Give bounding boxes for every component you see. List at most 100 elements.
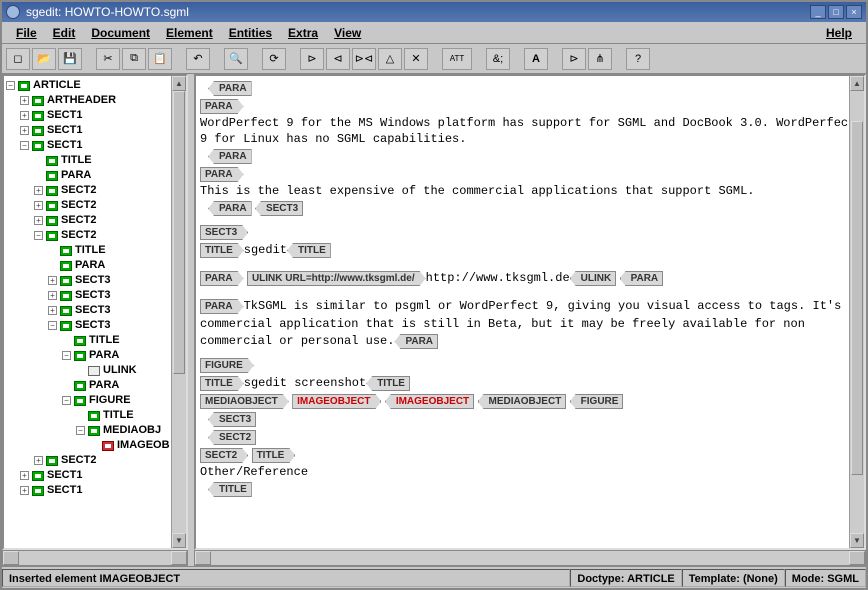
expander-icon[interactable]: +	[34, 456, 43, 465]
title-bar[interactable]: sgedit: HOWTO-HOWTO.sgml _ □ ×	[2, 2, 866, 22]
tree-node[interactable]: TITLE	[6, 153, 186, 168]
open-button[interactable]: 📂	[32, 48, 56, 70]
tag-sect3-open[interactable]: SECT3	[200, 225, 248, 240]
expander-icon[interactable]: −	[62, 351, 71, 360]
tree-node[interactable]: +SECT2	[6, 453, 186, 468]
tree-node[interactable]: PARA	[6, 258, 186, 273]
tree-hscroll[interactable]	[2, 550, 188, 566]
close-icon[interactable]: ×	[846, 5, 862, 19]
tree-node[interactable]: +SECT2	[6, 183, 186, 198]
expander-icon[interactable]: +	[20, 96, 29, 105]
tree-node[interactable]: IMAGEOB	[6, 438, 186, 453]
tag-sect2-open[interactable]: SECT2	[200, 448, 248, 463]
body-text[interactable]: TkSGML is similar to psgml or WordPerfec…	[200, 299, 856, 348]
body-text[interactable]: This is the least expensive of the comme…	[200, 183, 860, 199]
tree-node[interactable]: +SECT3	[6, 273, 186, 288]
expander-icon[interactable]: −	[62, 396, 71, 405]
expander-icon[interactable]: +	[48, 276, 57, 285]
expander-icon[interactable]: +	[48, 306, 57, 315]
tag-sect3-close[interactable]: SECT3	[208, 412, 256, 427]
tree-node[interactable]: +SECT3	[6, 288, 186, 303]
tree-node[interactable]: −MEDIAOBJ	[6, 423, 186, 438]
tag-sect3-close[interactable]: SECT3	[255, 201, 303, 216]
save-button[interactable]: 💾	[58, 48, 82, 70]
tag-end-button[interactable]: ⊲	[326, 48, 350, 70]
expander-icon[interactable]: −	[20, 141, 29, 150]
menu-view[interactable]: View	[326, 24, 369, 42]
tag-figure-open[interactable]: FIGURE	[200, 358, 254, 373]
url-text[interactable]: http://www.tksgml.de	[426, 271, 570, 285]
tree-node[interactable]: −ARTICLE	[6, 78, 186, 93]
tree-node[interactable]: +SECT3	[6, 303, 186, 318]
tag-para-close[interactable]: PARA	[208, 81, 252, 96]
tree-toggle-1-button[interactable]: ⊳	[562, 48, 586, 70]
tree-node[interactable]: +ARTHEADER	[6, 93, 186, 108]
expander-icon[interactable]: −	[48, 321, 57, 330]
entity-button[interactable]: &;	[486, 48, 510, 70]
editor-pane[interactable]: PARA PARA WordPerfect 9 for the MS Windo…	[194, 74, 866, 550]
menu-element[interactable]: Element	[158, 24, 221, 42]
tag-title-open[interactable]: TITLE	[200, 243, 244, 258]
tag-para-close[interactable]: PARA	[620, 271, 664, 286]
expander-icon[interactable]: +	[20, 111, 29, 120]
new-button[interactable]: ◻	[6, 48, 30, 70]
refresh-button[interactable]: ⟳	[262, 48, 286, 70]
expander-icon[interactable]: +	[48, 291, 57, 300]
menu-entities[interactable]: Entities	[221, 24, 280, 42]
tree-node[interactable]: −PARA	[6, 348, 186, 363]
tree-node[interactable]: −SECT1	[6, 138, 186, 153]
tag-imageobject-close[interactable]: IMAGEOBJECT	[385, 394, 474, 409]
expander-icon[interactable]: +	[20, 126, 29, 135]
tag-title-open[interactable]: TITLE	[200, 376, 244, 391]
tag-start-button[interactable]: ⊳	[300, 48, 324, 70]
tag-para-open[interactable]: PARA	[200, 299, 244, 314]
tag-ulink-close[interactable]: ULINK	[570, 271, 617, 286]
tag-title-open[interactable]: TITLE	[252, 448, 296, 463]
tree-node[interactable]: −SECT3	[6, 318, 186, 333]
tag-figure-close[interactable]: FIGURE	[570, 394, 624, 409]
tree-node[interactable]: TITLE	[6, 243, 186, 258]
menu-edit[interactable]: Edit	[45, 24, 84, 42]
tag-imageobject-open[interactable]: IMAGEOBJECT	[292, 394, 381, 409]
tree-node[interactable]: TITLE	[6, 408, 186, 423]
text-button[interactable]: A	[524, 48, 548, 70]
tag-del-button[interactable]: ✕	[404, 48, 428, 70]
expander-icon[interactable]: +	[20, 471, 29, 480]
expander-icon[interactable]: +	[34, 201, 43, 210]
title-text[interactable]: sgedit screenshot	[244, 376, 366, 390]
tag-para-open[interactable]: PARA	[200, 167, 244, 182]
tag-sect2-close[interactable]: SECT2	[208, 430, 256, 445]
expander-icon[interactable]: −	[76, 426, 85, 435]
help-button[interactable]: ?	[626, 48, 650, 70]
tree-node[interactable]: −SECT2	[6, 228, 186, 243]
editor-hscroll[interactable]	[194, 550, 866, 566]
tree-node[interactable]: PARA	[6, 378, 186, 393]
menu-document[interactable]: Document	[83, 24, 158, 42]
tag-ulink-open[interactable]: ULINK URL=http://www.tksgml.de/	[247, 271, 426, 286]
tree-node[interactable]: ULINK	[6, 363, 186, 378]
tree-node[interactable]: +SECT1	[6, 123, 186, 138]
body-text[interactable]: Other/Reference	[200, 464, 860, 480]
tag-para-close[interactable]: PARA	[208, 149, 252, 164]
tag-up-button[interactable]: △	[378, 48, 402, 70]
editor-vscroll[interactable]: ▲▼	[849, 76, 864, 548]
tree-node[interactable]: PARA	[6, 168, 186, 183]
expander-icon[interactable]: +	[20, 486, 29, 495]
tree-node[interactable]: −FIGURE	[6, 393, 186, 408]
copy-button[interactable]: ⧉	[122, 48, 146, 70]
expander-icon[interactable]: +	[34, 186, 43, 195]
tag-para-open[interactable]: PARA	[200, 271, 244, 286]
document-tree[interactable]: −ARTICLE+ARTHEADER+SECT1+SECT1−SECT1TITL…	[4, 76, 186, 500]
maximize-icon[interactable]: □	[828, 5, 844, 19]
tag-para-close[interactable]: PARA	[394, 334, 438, 349]
attributes-button[interactable]: ATT	[442, 48, 472, 70]
tree-node[interactable]: TITLE	[6, 333, 186, 348]
tag-mediaobject-close[interactable]: MEDIAOBJECT	[478, 394, 567, 409]
tag-para-close[interactable]: PARA	[208, 201, 252, 216]
undo-button[interactable]: ↶	[186, 48, 210, 70]
tag-title-close[interactable]: TITLE	[287, 243, 331, 258]
find-button[interactable]: 🔍	[224, 48, 248, 70]
menu-extra[interactable]: Extra	[280, 24, 326, 42]
tree-node[interactable]: +SECT2	[6, 198, 186, 213]
tag-para-open[interactable]: PARA	[200, 99, 244, 114]
